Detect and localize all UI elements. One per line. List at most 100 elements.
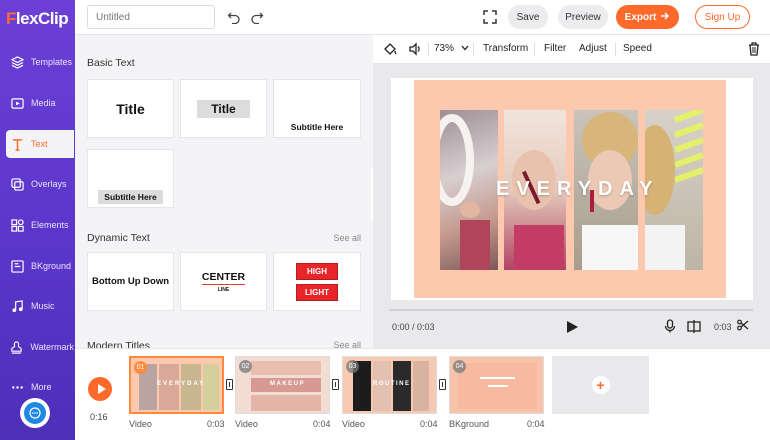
sign-up-button[interactable]: Sign Up (695, 5, 750, 29)
text-template-bottom-up[interactable]: Bottom Up Down (87, 252, 174, 311)
edit-toolbar: 73% Transform Filter Adjust Speed (373, 35, 770, 64)
music-icon (10, 299, 24, 313)
timecode: 0:00 / 0:03 (392, 322, 435, 332)
overlays-icon (10, 177, 24, 191)
see-all-link-dynamic[interactable]: See all (333, 233, 361, 243)
see-all-link-modern[interactable]: See all (333, 340, 361, 348)
fill-color-icon[interactable] (383, 42, 397, 59)
sidebar-item-label: More (31, 382, 52, 392)
video-canvas[interactable]: EVERYDAY (391, 78, 753, 300)
zoom-select[interactable]: 73% (434, 43, 469, 54)
text-template-subtitle-box[interactable]: Subtitle Here (87, 149, 174, 208)
section-title-dynamic-text: Dynamic Text (87, 232, 150, 244)
sidebar-item-watermark[interactable]: Watermark (6, 333, 74, 361)
filter-button[interactable]: Filter (544, 43, 566, 54)
sidebar-item-text[interactable]: Text (6, 130, 74, 158)
timeline-clip[interactable]: ROUTINE 03 (342, 356, 437, 414)
divider (615, 43, 616, 56)
more-icon (10, 380, 24, 394)
text-template-title[interactable]: Title (87, 79, 174, 138)
export-button[interactable]: Export (616, 5, 679, 29)
text-template-subtitle[interactable]: Subtitle Here (273, 79, 361, 138)
timeline-clip[interactable]: MAKEUP 02 (235, 356, 330, 414)
sidebar-item-bkground[interactable]: BKground (6, 252, 74, 280)
adjust-button[interactable]: Adjust (579, 43, 607, 54)
template-text: HIGH (296, 262, 338, 280)
play-icon[interactable] (567, 321, 578, 333)
microphone-icon[interactable] (663, 319, 677, 333)
divider (534, 43, 535, 56)
fullscreen-icon[interactable] (483, 10, 497, 24)
redo-icon[interactable] (250, 10, 264, 25)
canvas-background: EVERYDAY (414, 80, 726, 298)
transition-icon[interactable] (226, 379, 233, 390)
playback-progress-bar[interactable] (389, 309, 753, 311)
text-template-title-box[interactable]: Title (180, 79, 267, 138)
template-text: Subtitle Here (98, 190, 163, 204)
preview-button[interactable]: Preview (558, 5, 608, 29)
volume-icon[interactable] (408, 42, 422, 59)
clip-duration-label: 0:03 (207, 419, 225, 429)
sidebar-item-label: Elements (31, 220, 69, 230)
sidebar-item-media[interactable]: Media (6, 89, 74, 117)
clip-type-label: Video (129, 419, 152, 429)
split-view-icon[interactable] (687, 319, 701, 333)
save-button[interactable]: Save (508, 5, 548, 29)
top-bar: Save Preview Export Sign Up (75, 0, 770, 35)
scissors-icon[interactable] (737, 319, 751, 333)
sidebar-item-music[interactable]: Music (6, 292, 74, 320)
timeline-clip[interactable]: 04 (449, 356, 544, 414)
template-text: Subtitle Here (290, 122, 344, 132)
clip-type-label: Video (342, 419, 365, 429)
media-icon (10, 96, 24, 110)
sidebar-item-overlays[interactable]: Overlays (6, 170, 74, 198)
clip-thumbnail-text: ROUTINE (373, 381, 411, 387)
template-text: CENTER (201, 270, 246, 285)
template-text: LIGHT (296, 283, 338, 301)
trash-icon[interactable] (748, 42, 760, 59)
template-text: Title (116, 100, 145, 117)
export-label: Export (624, 11, 657, 23)
sidebar-item-label: Overlays (31, 179, 67, 189)
timeline-play-button[interactable] (88, 377, 112, 401)
clip-number: 03 (346, 360, 359, 373)
layers-icon (10, 55, 24, 69)
divider (473, 43, 474, 56)
canvas-title-text[interactable]: EVERYDAY (496, 178, 659, 201)
elements-icon (10, 218, 24, 232)
template-text: Bottom Up Down (91, 275, 170, 287)
speed-button[interactable]: Speed (623, 43, 652, 54)
text-template-highlight[interactable]: HIGH LIGHT (273, 252, 361, 311)
clip-thumbnail-text: EVERYDAY (157, 381, 206, 387)
text-template-center-line[interactable]: CENTER LINE (180, 252, 267, 311)
transform-button[interactable]: Transform (483, 43, 528, 54)
sidebar: FlexClip Templates Media Text Overlays E… (0, 0, 75, 440)
clip-number: 01 (134, 361, 147, 374)
section-title-modern-titles: Modern Titles (87, 340, 151, 348)
photo-strip (440, 110, 498, 270)
total-duration: 0:16 (90, 412, 108, 422)
sidebar-item-more[interactable]: More (6, 373, 74, 401)
clip-duration-label: 0:04 (420, 419, 438, 429)
watermark-icon (10, 340, 23, 354)
canvas-stage: EVERYDAY (373, 64, 770, 309)
arrow-right-icon (660, 11, 670, 24)
sidebar-item-templates[interactable]: Templates (6, 48, 74, 76)
timeline-clip[interactable]: EVERYDAY 01 (129, 356, 224, 414)
transition-icon[interactable] (332, 379, 339, 390)
undo-icon[interactable] (227, 10, 241, 25)
project-title-input[interactable] (87, 5, 215, 29)
sidebar-item-label: Media (31, 98, 56, 108)
chat-button[interactable] (20, 398, 50, 428)
chevron-down-icon (461, 43, 469, 54)
clip-duration-label: 0:04 (527, 419, 545, 429)
sidebar-item-elements[interactable]: Elements (6, 211, 74, 239)
transition-icon[interactable] (439, 379, 446, 390)
add-clip-button[interactable]: + (552, 356, 649, 414)
sidebar-item-label: Music (31, 301, 55, 311)
zoom-value: 73% (434, 43, 455, 54)
chat-icon (24, 402, 46, 424)
clip-number: 04 (453, 360, 466, 373)
logo[interactable]: FlexClip (6, 9, 69, 29)
clip-duration-label: 0:04 (313, 419, 331, 429)
